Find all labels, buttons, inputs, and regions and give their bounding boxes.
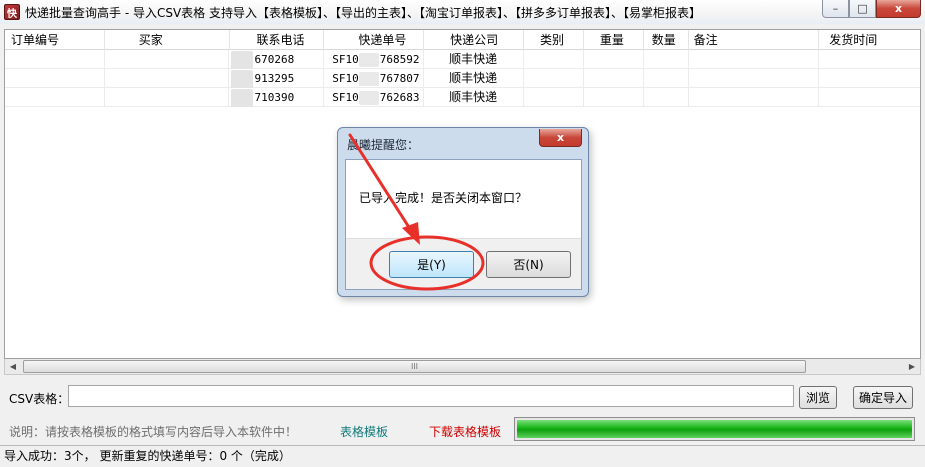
- cell-tracking-prefix: SF10: [332, 72, 359, 85]
- grid-header: 订单编号 买家 联系电话 快递单号 快递公司 类别 重量 数量 备注 发货时间: [5, 30, 920, 50]
- redacted-block: [231, 50, 254, 69]
- window-controls: – □ x: [822, 0, 921, 18]
- cell-tracking-number: SF10 762683: [324, 88, 425, 107]
- confirm-import-button[interactable]: 确定导入: [853, 386, 913, 409]
- cell-ship-time: [819, 69, 920, 88]
- progress-bar: [514, 417, 915, 441]
- cell-carrier: 顺丰快递: [424, 50, 524, 69]
- cell-ship-time: [819, 88, 920, 107]
- cell-phone: 670268: [229, 50, 325, 69]
- cell-order-id: [5, 88, 105, 107]
- cell-order-id: [5, 50, 105, 69]
- window-title: 快递批量查询高手 - 导入CSV表格 支持导入【表格模板】、【导出的主表】、【淘…: [25, 5, 701, 20]
- template-link[interactable]: 表格模板: [340, 423, 388, 440]
- cell-ship-time: [819, 50, 920, 69]
- dialog-title: 晨曦提醒您：: [347, 138, 420, 152]
- no-button[interactable]: 否(N): [486, 251, 571, 278]
- dialog-body: 已导入完成！是否关闭本窗口？ 是(Y) 否(N): [345, 159, 582, 290]
- status-text: 导入成功：3个， 更新重复的快递单号：0 个（完成）: [4, 449, 291, 463]
- column-header-quantity[interactable]: 数量: [644, 30, 689, 50]
- maximize-button[interactable]: □: [849, 0, 876, 18]
- table-row[interactable]: 670268 SF10 768592 顺丰快递: [5, 50, 920, 69]
- column-header-phone[interactable]: 联系电话: [230, 30, 325, 50]
- cell-weight: [584, 69, 644, 88]
- cell-weight: [584, 50, 644, 69]
- close-button[interactable]: x: [876, 0, 921, 18]
- cell-quantity: [644, 88, 689, 107]
- dialog-close-button[interactable]: x: [539, 129, 582, 147]
- cell-phone: 913295: [229, 69, 325, 88]
- csv-label: CSV表格：: [9, 392, 70, 406]
- redacted-block: [358, 91, 379, 105]
- column-header-carrier[interactable]: 快递公司: [424, 30, 524, 50]
- minimize-button[interactable]: –: [822, 0, 849, 18]
- browse-button[interactable]: 浏览: [799, 386, 837, 409]
- redacted-block: [231, 88, 254, 107]
- cell-phone-text: 913295: [254, 72, 295, 85]
- scrollbar-thumb[interactable]: III: [23, 360, 806, 373]
- column-header-buyer[interactable]: 买家: [105, 30, 230, 50]
- csv-path-input[interactable]: [68, 385, 794, 407]
- scroll-left-button[interactable]: ◀: [5, 359, 21, 374]
- dialog-footer: 是(Y) 否(N): [346, 238, 581, 289]
- scroll-right-button[interactable]: ▶: [904, 359, 920, 374]
- cell-category: [524, 88, 584, 107]
- cell-buyer: [105, 50, 230, 69]
- cell-carrier: 顺丰快递: [424, 69, 524, 88]
- grip-icon: III: [410, 362, 419, 371]
- title-bar: 快 快递批量查询高手 - 导入CSV表格 支持导入【表格模板】、【导出的主表】、…: [0, 0, 925, 24]
- dialog-message: 已导入完成！是否关闭本窗口？: [359, 191, 528, 205]
- table-row[interactable]: 913295 SF10 767807 顺丰快递: [5, 69, 920, 88]
- column-header-order-id[interactable]: 订单编号: [5, 30, 105, 50]
- redacted-block: [358, 72, 379, 86]
- cell-category: [524, 69, 584, 88]
- cell-tracking-prefix: SF10: [332, 91, 359, 104]
- cell-phone-text: 710390: [254, 91, 295, 104]
- redacted-block: [358, 53, 379, 67]
- cell-phone: 710390: [229, 88, 325, 107]
- app-icon: 快: [4, 4, 20, 20]
- cell-tracking-suffix: 762683: [379, 91, 420, 104]
- horizontal-scrollbar[interactable]: ◀ III ▶: [4, 359, 921, 375]
- table-row[interactable]: 710390 SF10 762683 顺丰快递: [5, 88, 920, 107]
- cell-quantity: [644, 69, 689, 88]
- column-header-tracking-number[interactable]: 快递单号: [324, 30, 425, 50]
- cell-category: [524, 50, 584, 69]
- progress-fill: [517, 420, 912, 438]
- cell-notes: [689, 50, 820, 69]
- cell-tracking-suffix: 768592: [379, 53, 420, 66]
- cell-tracking-number: SF10 767807: [324, 69, 425, 88]
- cell-buyer: [105, 88, 230, 107]
- cell-quantity: [644, 50, 689, 69]
- cell-notes: [689, 88, 820, 107]
- cell-notes: [689, 69, 820, 88]
- cell-tracking-prefix: SF10: [332, 53, 359, 66]
- status-bar: 导入成功：3个， 更新重复的快递单号：0 个（完成）: [0, 445, 925, 467]
- cell-carrier: 顺丰快递: [424, 88, 524, 107]
- column-header-weight[interactable]: 重量: [584, 30, 644, 50]
- cell-tracking-suffix: 767807: [379, 72, 420, 85]
- column-header-category[interactable]: 类别: [524, 30, 584, 50]
- cell-tracking-number: SF10 768592: [324, 50, 425, 69]
- yes-button[interactable]: 是(Y): [389, 251, 474, 278]
- instruction-text: 说明：请按表格模板的格式填写内容后导入本软件中！: [9, 425, 298, 439]
- column-header-notes[interactable]: 备注: [689, 30, 820, 50]
- cell-phone-text: 670268: [254, 53, 295, 66]
- confirm-dialog: 晨曦提醒您： x 已导入完成！是否关闭本窗口？ 是(Y) 否(N): [337, 127, 589, 297]
- cell-order-id: [5, 69, 105, 88]
- cell-buyer: [105, 69, 230, 88]
- column-header-ship-time[interactable]: 发货时间: [819, 30, 920, 50]
- redacted-block: [231, 69, 254, 88]
- download-template-link[interactable]: 下载表格模板: [429, 423, 501, 440]
- cell-weight: [584, 88, 644, 107]
